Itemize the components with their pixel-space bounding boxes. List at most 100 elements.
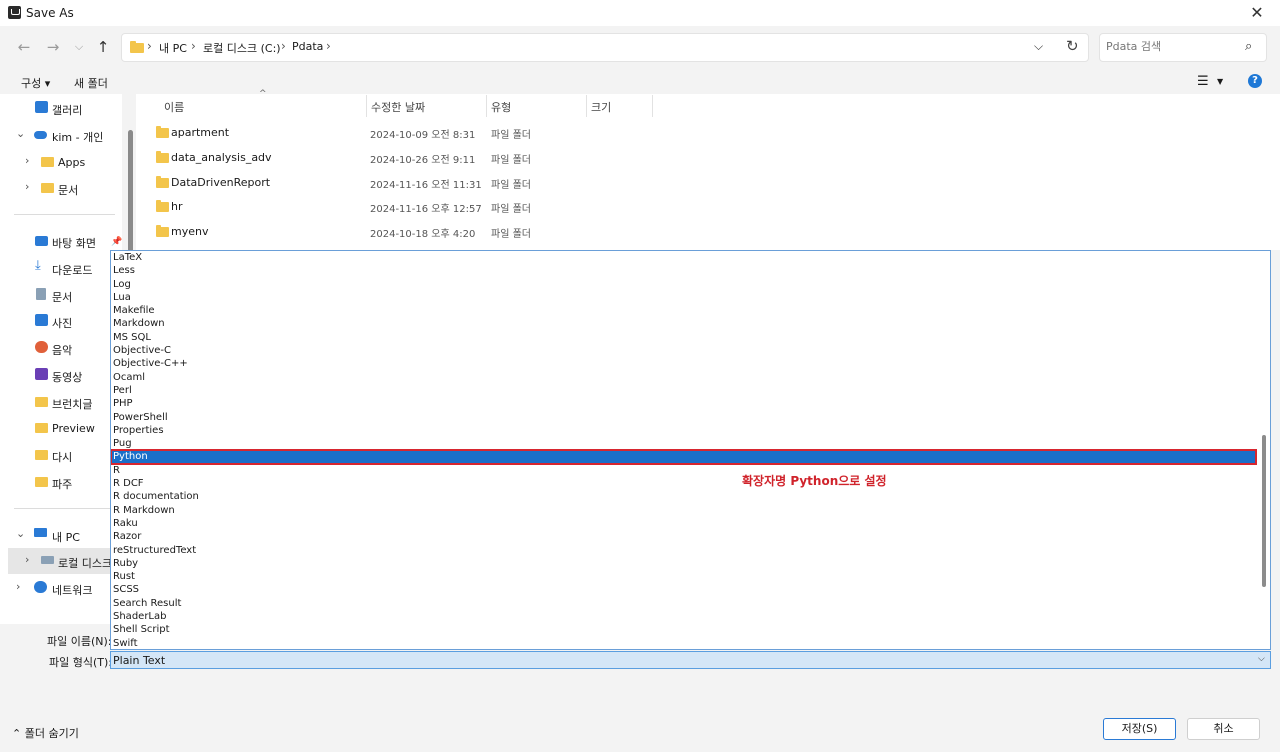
dropdown-option[interactable]: Objective-C: [111, 344, 1256, 357]
chevron-right-icon[interactable]: ›: [16, 580, 20, 593]
dropdown-option[interactable]: Rust: [111, 570, 1256, 583]
dropdown-option[interactable]: Less: [111, 264, 1256, 277]
dropdown-option[interactable]: MS SQL: [111, 331, 1256, 344]
file-date: 2024-11-16 오후 12:57: [370, 204, 482, 215]
navigation-scrollbar-thumb[interactable]: [128, 130, 133, 260]
column-divider[interactable]: [586, 95, 587, 117]
sidebar-item-docs[interactable]: › 문서: [0, 176, 122, 200]
view-options-icon[interactable]: ☰: [1197, 74, 1209, 89]
breadcrumb-item[interactable]: Pdata: [292, 40, 323, 53]
search-input[interactable]: [1106, 40, 1236, 53]
sidebar-item-preview[interactable]: Preview: [0, 416, 122, 440]
chevron-down-icon[interactable]: ⌵: [1258, 654, 1265, 664]
dropdown-option[interactable]: PowerShell: [111, 411, 1256, 424]
column-header-size[interactable]: 크기: [591, 99, 611, 115]
table-row[interactable]: apartment 2024-10-09 오전 8:31 파일 폴더: [136, 120, 1280, 144]
dropdown-option[interactable]: LaTeX: [111, 251, 1256, 264]
dropdown-option[interactable]: ShaderLab: [111, 610, 1256, 623]
dropdown-option[interactable]: Properties: [111, 424, 1256, 437]
sidebar-item-documents[interactable]: 문서: [0, 283, 122, 307]
recent-locations-icon[interactable]: ⌵: [68, 37, 90, 57]
breadcrumb-item[interactable]: 내 PC: [159, 40, 187, 56]
table-row[interactable]: data_analysis_adv 2024-10-26 오전 9:11 파일 …: [136, 145, 1280, 169]
view-caret-icon[interactable]: ▼: [1217, 77, 1223, 86]
sidebar-item-onedrive[interactable]: ⌄ kim - 개인: [0, 123, 122, 147]
pin-icon[interactable]: 📌: [111, 237, 122, 247]
table-row[interactable]: hr 2024-11-16 오후 12:57 파일 폴더: [136, 194, 1280, 218]
dropdown-option[interactable]: reStructuredText: [111, 544, 1256, 557]
sidebar-item-videos[interactable]: 동영상: [0, 363, 122, 387]
dropdown-option[interactable]: Perl: [111, 384, 1256, 397]
address-bar[interactable]: › 내 PC › 로컬 디스크 (C:) › Pdata › ⌵ ↻: [121, 33, 1089, 62]
sidebar-item-apps[interactable]: › Apps: [0, 150, 122, 174]
dropdown-option[interactable]: R Markdown: [111, 504, 1256, 517]
dropdown-option[interactable]: Search Result: [111, 597, 1256, 610]
dropdown-option-selected[interactable]: Python: [111, 449, 1257, 465]
chevron-down-icon[interactable]: ⌄: [16, 527, 25, 540]
sidebar-item-network[interactable]: › 네트워크: [0, 576, 122, 600]
dropdown-option[interactable]: Raku: [111, 517, 1256, 530]
up-arrow-icon[interactable]: ↑: [92, 37, 114, 57]
dropdown-option[interactable]: Ocaml: [111, 371, 1256, 384]
save-button[interactable]: 저장(S): [1103, 718, 1176, 740]
filetype-dropdown-list[interactable]: LaTeX Less Log Lua Makefile Markdown MS SQL Obj…: [110, 250, 1271, 650]
chevron-right-icon[interactable]: ›: [25, 180, 29, 193]
column-divider[interactable]: [366, 95, 367, 117]
filetype-select[interactable]: [110, 651, 1271, 669]
column-header-date[interactable]: 수정한 날짜: [371, 99, 425, 115]
chevron-right-icon[interactable]: ›: [25, 154, 29, 167]
dropdown-option[interactable]: Pug: [111, 437, 1256, 450]
close-button[interactable]: ✕: [1234, 0, 1280, 26]
column-divider[interactable]: [486, 95, 487, 117]
sidebar-item-dasi[interactable]: 다시: [0, 443, 122, 467]
sidebar-item-music[interactable]: 음악: [0, 336, 122, 360]
dropdown-option[interactable]: Markdown: [111, 317, 1256, 330]
column-header-name[interactable]: 이름: [164, 99, 184, 115]
dropdown-option[interactable]: PHP: [111, 397, 1256, 410]
window-title: Save As: [26, 6, 74, 20]
hide-folders-toggle[interactable]: ⌃ 폴더 숨기기: [12, 725, 79, 741]
cancel-button[interactable]: 취소: [1187, 718, 1260, 740]
back-arrow-icon[interactable]: ←: [13, 37, 35, 57]
sidebar-item-paju[interactable]: 파주: [0, 470, 122, 494]
breadcrumb-separator: ›: [281, 39, 286, 53]
dropdown-option[interactable]: Makefile: [111, 304, 1256, 317]
folder-icon: [35, 450, 48, 460]
sidebar-item-pictures[interactable]: 사진: [0, 309, 122, 333]
breadcrumb-item[interactable]: 로컬 디스크 (C:): [203, 40, 281, 56]
dropdown-option[interactable]: Log: [111, 278, 1256, 291]
forward-arrow-icon[interactable]: →: [42, 37, 64, 57]
dropdown-option[interactable]: Razor: [111, 530, 1256, 543]
dropdown-option[interactable]: Objective-C++: [111, 357, 1256, 370]
column-header-type[interactable]: 유형: [491, 99, 511, 115]
table-row[interactable]: DataDrivenReport 2024-11-16 오전 11:31 파일 …: [136, 170, 1280, 194]
sidebar-item-local-disk[interactable]: › 로컬 디스크: [0, 549, 122, 573]
dropdown-option[interactable]: R documentation: [111, 490, 1256, 503]
download-icon: ⤓: [35, 258, 41, 273]
chevron-down-icon[interactable]: ⌄: [16, 127, 25, 140]
search-icon[interactable]: ⌕: [1245, 39, 1252, 54]
dropdown-option[interactable]: R: [111, 464, 1256, 477]
sidebar-item-desktop[interactable]: 바탕 화면: [0, 229, 122, 253]
address-dropdown-icon[interactable]: ⌵: [1034, 39, 1043, 54]
file-type: 파일 폴더: [491, 229, 531, 240]
dropdown-option[interactable]: Shell Script: [111, 623, 1256, 636]
dropdown-option[interactable]: Ruby: [111, 557, 1256, 570]
organize-button[interactable]: 구성 ▾: [21, 75, 50, 91]
sidebar-item-this-pc[interactable]: ⌄ 내 PC: [0, 523, 122, 547]
new-folder-button[interactable]: 새 폴더: [74, 75, 108, 91]
dropdown-option[interactable]: SCSS: [111, 583, 1256, 596]
file-type: 파일 폴더: [491, 130, 531, 141]
sidebar-item-gallery[interactable]: 갤러리: [0, 96, 122, 120]
dropdown-option[interactable]: R DCF: [111, 477, 1256, 490]
dropdown-option[interactable]: Lua: [111, 291, 1256, 304]
sidebar-item-downloads[interactable]: ⤓ 다운로드: [0, 256, 122, 280]
refresh-icon[interactable]: ↻: [1066, 37, 1079, 55]
sidebar-item-brunch[interactable]: 브런치글: [0, 390, 122, 414]
dropdown-scrollbar-thumb[interactable]: [1262, 435, 1266, 587]
chevron-right-icon[interactable]: ›: [25, 553, 29, 566]
column-divider[interactable]: [652, 95, 653, 117]
dropdown-option[interactable]: Swift: [111, 637, 1256, 649]
help-icon[interactable]: ?: [1248, 74, 1262, 88]
table-row[interactable]: myenv 2024-10-18 오후 4:20 파일 폴더: [136, 219, 1280, 243]
